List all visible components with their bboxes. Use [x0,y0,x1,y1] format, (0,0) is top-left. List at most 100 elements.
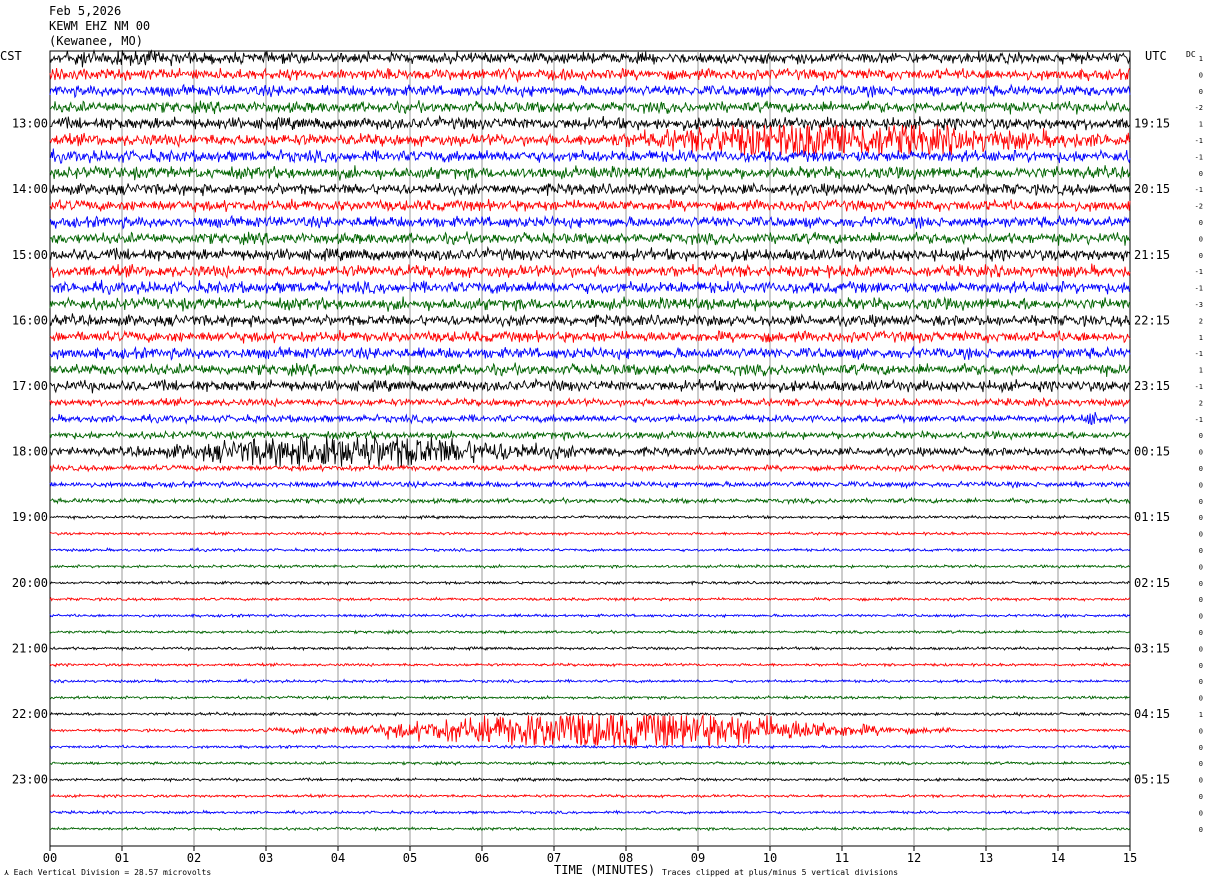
x-tick-label: 14 [1051,851,1065,865]
seismic-trace [49,362,1131,377]
seismic-trace [49,231,1131,246]
dc-offset-label: 1 [1199,367,1203,375]
x-tick-label: 15 [1123,851,1137,865]
dc-offset-label: 0 [1199,71,1203,79]
date-label: Feb 5,2026 [49,4,122,18]
dc-offset-label: 2 [1199,317,1203,325]
right-hour-label: 22:15 [1134,313,1170,327]
location-label: (Kewanee, MO) [49,34,143,48]
seismic-trace [49,345,1131,361]
right-hour-label: 21:15 [1134,248,1170,262]
seismic-trace [49,694,1131,701]
seismic-trace [49,165,1131,181]
left-hour-label: 16:00 [12,313,48,327]
dc-offset-label: -1 [1195,416,1203,424]
station-label: KEWM EHZ NM 00 [49,19,151,33]
seismic-trace [49,245,1131,263]
right-timezone-label: UTC [1145,49,1167,63]
right-hour-label: 00:15 [1134,445,1170,459]
left-hour-label: 21:00 [12,641,48,655]
dc-offset-label: -2 [1195,104,1203,112]
seismic-trace [50,514,1131,521]
seismic-trace [49,148,1131,164]
dc-offset-label: -3 [1195,301,1203,309]
x-tick-label: 04 [331,851,345,865]
seismic-trace [49,744,1131,750]
seismic-trace [49,496,1131,506]
dc-offset-label: -1 [1195,383,1203,391]
seismic-trace [49,629,1131,635]
left-hour-label: 15:00 [12,248,48,262]
dc-offset-label: 0 [1199,744,1203,752]
seismic-trace [49,263,1131,280]
seismic-trace [49,124,1131,157]
dc-offset-label: 0 [1199,547,1203,555]
x-tick-label: 00 [43,851,57,865]
dc-offset-label: 0 [1199,88,1203,96]
dc-offset-label: -1 [1195,137,1203,145]
seismic-trace [49,377,1131,394]
x-tick-label: 11 [835,851,849,865]
seismic-trace [49,396,1131,409]
dc-offset-label: -1 [1195,268,1203,276]
x-tick-label: 10 [763,851,777,865]
left-hour-label: 13:00 [12,117,48,131]
dc-offset-label: 0 [1199,809,1203,817]
dc-offset-label: 0 [1199,498,1203,506]
seismic-trace [49,182,1131,197]
x-tick-label: 13 [979,851,993,865]
dc-offset-label: 0 [1199,531,1203,539]
left-hour-label: 14:00 [12,182,48,196]
x-tick-label: 01 [115,851,129,865]
dc-offset-label: 0 [1199,449,1203,457]
dc-offset-label: 1 [1199,711,1203,719]
seismic-trace [49,530,1131,537]
left-hour-label: 17:00 [12,379,48,393]
seismic-trace [49,809,1130,815]
seismic-trace [49,713,1131,747]
dc-offset-label: 2 [1199,399,1203,407]
dc-offset-label: 0 [1199,514,1203,522]
right-hour-label: 20:15 [1134,182,1170,196]
x-tick-label: 03 [259,851,273,865]
seismic-trace [49,678,1131,684]
seismic-trace [49,760,1131,767]
right-hour-label: 05:15 [1134,773,1170,787]
x-tick-label: 09 [691,851,705,865]
vertical-division-note: ⋏ Each Vertical Division = 28.57 microvo… [4,868,211,877]
seismic-trace [49,613,1131,619]
seismic-trace [49,661,1131,668]
dc-offset-label: -1 [1195,350,1203,358]
right-hour-label: 04:15 [1134,707,1170,721]
left-timezone-label: CST [0,49,22,63]
dc-offset-label: 0 [1199,563,1203,571]
x-tick-label: 12 [907,851,921,865]
dc-offset-label: 0 [1199,481,1203,489]
seismic-trace [49,563,1131,570]
right-hour-label: 02:15 [1134,576,1170,590]
left-hour-label: 18:00 [12,445,48,459]
seismic-trace [49,776,1131,783]
dc-offset-label: 1 [1199,334,1203,342]
dc-offset-label: 0 [1199,432,1203,440]
seismic-trace [49,463,1131,473]
x-tick-label: 02 [187,851,201,865]
dc-offset-label: 0 [1199,760,1203,768]
dc-offset-label: -1 [1195,153,1203,161]
dc-offset-label: 0 [1199,170,1203,178]
dc-offset-label: 0 [1199,580,1203,588]
dc-offset-label: 0 [1199,219,1203,227]
seismic-trace [49,296,1131,312]
seismic-trace [49,793,1131,799]
seismic-trace [49,214,1131,230]
seismic-trace [49,313,1131,328]
dc-offset-label: 0 [1199,826,1203,834]
dc-offset-label: 0 [1199,613,1203,621]
dc-offset-label: 0 [1199,465,1203,473]
seismic-trace [49,198,1131,213]
seismic-trace [49,479,1131,490]
dc-offset-label: 0 [1199,645,1203,653]
dc-offset-label: 0 [1199,629,1203,637]
seismic-trace [49,114,1131,131]
dc-offset-label: 0 [1199,662,1203,670]
